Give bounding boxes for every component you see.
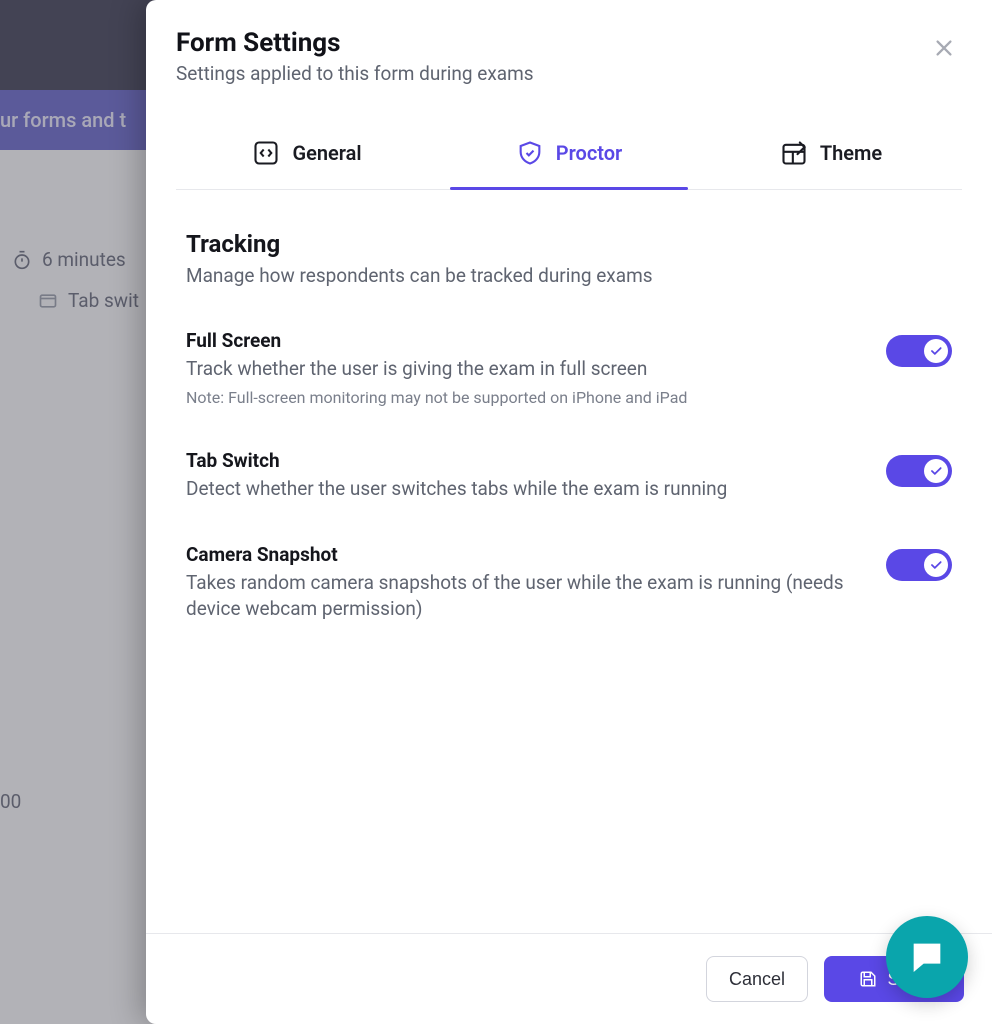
full-screen-toggle[interactable]	[886, 335, 952, 367]
tab-general[interactable]: General	[176, 125, 438, 189]
chat-fab-button[interactable]	[886, 916, 968, 998]
setting-tab-switch-title: Tab Switch	[186, 449, 862, 472]
form-settings-modal: Form Settings Settings applied to this f…	[146, 0, 992, 1024]
setting-full-screen-title: Full Screen	[186, 329, 862, 352]
settings-tabs: General Proctor Theme	[176, 125, 962, 190]
tab-proctor[interactable]: Proctor	[438, 125, 700, 189]
setting-full-screen-note: Note: Full-screen monitoring may not be …	[186, 388, 862, 407]
setting-tab-switch-text: Tab Switch Detect whether the user switc…	[186, 449, 862, 502]
code-square-icon	[252, 139, 280, 167]
cancel-button-label: Cancel	[729, 969, 785, 990]
check-icon	[929, 344, 943, 358]
setting-camera-title: Camera Snapshot	[186, 543, 862, 566]
toggle-knob	[924, 553, 948, 577]
camera-snapshot-toggle[interactable]	[886, 549, 952, 581]
save-disk-icon	[859, 970, 877, 988]
modal-footer: Cancel Save	[146, 933, 992, 1024]
theme-brush-icon	[780, 139, 808, 167]
close-button[interactable]	[928, 32, 960, 64]
setting-full-screen-text: Full Screen Track whether the user is gi…	[186, 329, 862, 407]
section-title: Tracking	[186, 230, 952, 258]
toggle-knob	[924, 459, 948, 483]
setting-camera-snapshot: Camera Snapshot Takes random camera snap…	[186, 543, 952, 621]
check-icon	[929, 558, 943, 572]
setting-camera-text: Camera Snapshot Takes random camera snap…	[186, 543, 862, 621]
proctor-section: Tracking Manage how respondents can be t…	[146, 190, 992, 933]
setting-camera-desc: Takes random camera snapshots of the use…	[186, 570, 862, 621]
setting-tab-switch-desc: Detect whether the user switches tabs wh…	[186, 476, 862, 502]
section-subtitle: Manage how respondents can be tracked du…	[186, 264, 952, 287]
setting-full-screen: Full Screen Track whether the user is gi…	[186, 329, 952, 407]
check-icon	[929, 464, 943, 478]
toggle-knob	[924, 339, 948, 363]
chat-bubble-icon	[907, 937, 947, 977]
setting-full-screen-desc: Track whether the user is giving the exa…	[186, 356, 862, 382]
close-icon	[933, 37, 955, 59]
modal-title: Form Settings	[176, 28, 954, 58]
tab-switch-toggle[interactable]	[886, 455, 952, 487]
tab-general-label: General	[292, 141, 361, 165]
modal-header: Form Settings Settings applied to this f…	[146, 0, 992, 91]
tab-theme[interactable]: Theme	[700, 125, 962, 189]
tab-theme-label: Theme	[820, 141, 882, 165]
tab-proctor-label: Proctor	[556, 141, 623, 165]
shield-check-icon	[516, 139, 544, 167]
setting-tab-switch: Tab Switch Detect whether the user switc…	[186, 449, 952, 502]
modal-subtitle: Settings applied to this form during exa…	[176, 62, 954, 85]
cancel-button[interactable]: Cancel	[706, 956, 808, 1002]
